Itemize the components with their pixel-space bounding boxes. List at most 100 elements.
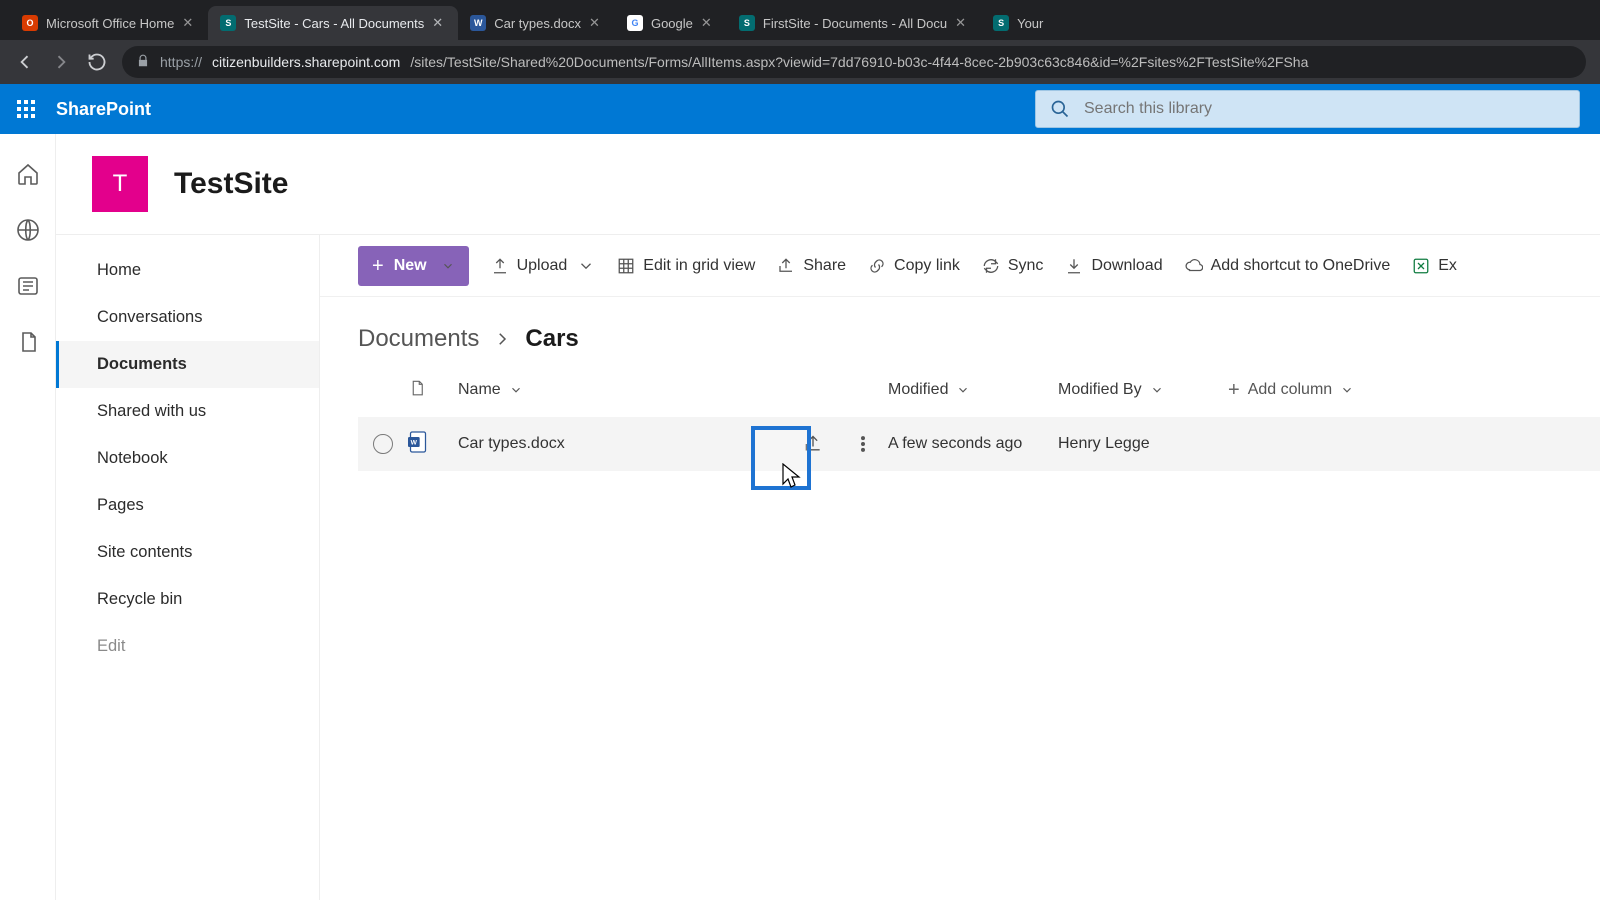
- google-icon: G: [627, 15, 643, 31]
- close-icon[interactable]: ✕: [432, 15, 446, 31]
- site-header: T TestSite: [56, 134, 1600, 234]
- nav-site-contents[interactable]: Site contents: [56, 529, 319, 576]
- browser-tab[interactable]: S Your: [981, 6, 1061, 40]
- more-vertical-icon: [853, 434, 873, 454]
- new-label: New: [394, 257, 427, 275]
- rail-global[interactable]: [16, 218, 40, 242]
- column-modified[interactable]: Modified: [888, 381, 1058, 399]
- close-icon[interactable]: ✕: [589, 15, 603, 31]
- onedrive-icon: [1185, 257, 1203, 275]
- breadcrumb-root[interactable]: Documents: [358, 325, 479, 353]
- column-modified-by[interactable]: Modified By: [1058, 381, 1228, 399]
- url-path: /sites/TestSite/Shared%20Documents/Forms…: [410, 54, 1308, 70]
- word-icon: W: [470, 15, 486, 31]
- edit-grid-button[interactable]: Edit in grid view: [617, 257, 755, 275]
- suite-header: SharePoint: [0, 84, 1600, 134]
- rail-files[interactable]: [16, 330, 40, 354]
- plus-icon: +: [1228, 379, 1240, 402]
- modified-by-cell[interactable]: Henry Legge: [1058, 435, 1228, 453]
- chevron-down-icon: [1150, 383, 1164, 397]
- nav-edit[interactable]: Edit: [56, 623, 319, 670]
- tab-label: Microsoft Office Home: [46, 16, 174, 31]
- copy-link-button[interactable]: Copy link: [868, 257, 960, 275]
- column-name-label: Name: [458, 381, 501, 399]
- tab-label: Your: [1017, 16, 1049, 31]
- select-row-toggle[interactable]: [373, 434, 393, 454]
- upload-button[interactable]: Upload: [491, 257, 596, 275]
- globe-icon: [16, 218, 40, 242]
- row-more-actions-button[interactable]: [838, 434, 888, 454]
- download-button[interactable]: Download: [1065, 257, 1162, 275]
- close-icon[interactable]: ✕: [701, 15, 715, 31]
- browser-tab[interactable]: G Google ✕: [615, 6, 727, 40]
- new-button[interactable]: + New: [358, 246, 469, 286]
- search-box[interactable]: [1035, 90, 1580, 128]
- search-icon: [1050, 99, 1070, 119]
- nav-conversations[interactable]: Conversations: [56, 294, 319, 341]
- nav-pages[interactable]: Pages: [56, 482, 319, 529]
- column-name[interactable]: Name: [458, 381, 788, 399]
- site-logo[interactable]: T: [92, 156, 148, 212]
- search-input[interactable]: [1084, 100, 1565, 118]
- column-type[interactable]: [408, 377, 458, 404]
- sync-label: Sync: [1008, 257, 1044, 275]
- share-icon: [803, 434, 823, 454]
- table-row[interactable]: W Car types.docx A few seconds ago: [358, 417, 1600, 471]
- svg-text:W: W: [411, 439, 418, 446]
- nav-shared-with-us[interactable]: Shared with us: [56, 388, 319, 435]
- file-name[interactable]: Car types.docx: [458, 435, 788, 453]
- rail-news[interactable]: [16, 274, 40, 298]
- tab-label: TestSite - Cars - All Documents: [244, 16, 424, 31]
- tab-label: Google: [651, 16, 693, 31]
- chevron-down-icon: [509, 383, 523, 397]
- export-excel-label: Ex: [1438, 257, 1457, 275]
- forward-button[interactable]: [50, 51, 72, 73]
- download-icon: [1065, 257, 1083, 275]
- address-bar[interactable]: https://citizenbuilders.sharepoint.com/s…: [122, 46, 1586, 78]
- news-icon: [16, 274, 40, 298]
- column-header-row: Name Modified Modified By: [358, 363, 1600, 417]
- add-column-label: Add column: [1248, 381, 1333, 399]
- close-icon[interactable]: ✕: [955, 15, 969, 31]
- add-shortcut-button[interactable]: Add shortcut to OneDrive: [1185, 257, 1391, 275]
- browser-tab[interactable]: O Microsoft Office Home ✕: [10, 6, 208, 40]
- file-type-cell: W: [408, 430, 458, 459]
- url-prefix: https://: [160, 54, 202, 70]
- back-button[interactable]: [14, 51, 36, 73]
- nav-home[interactable]: Home: [56, 247, 319, 294]
- nav-notebook[interactable]: Notebook: [56, 435, 319, 482]
- browser-tab[interactable]: S FirstSite - Documents - All Docu ✕: [727, 6, 981, 40]
- sharepoint-icon: S: [739, 15, 755, 31]
- product-name[interactable]: SharePoint: [56, 99, 151, 120]
- plus-icon: +: [372, 256, 384, 276]
- column-modified-label: Modified: [888, 381, 948, 399]
- browser-tab-active[interactable]: S TestSite - Cars - All Documents ✕: [208, 6, 458, 40]
- library-content: + New Upload Edit in grid view: [320, 235, 1600, 900]
- nav-documents[interactable]: Documents: [56, 341, 319, 388]
- tab-label: Car types.docx: [494, 16, 581, 31]
- browser-tab[interactable]: W Car types.docx ✕: [458, 6, 615, 40]
- share-label: Share: [803, 257, 846, 275]
- reload-button[interactable]: [86, 51, 108, 73]
- site-nav: Home Conversations Documents Shared with…: [56, 235, 320, 900]
- export-excel-button[interactable]: Ex: [1412, 257, 1457, 275]
- row-share-button[interactable]: [788, 434, 838, 454]
- app-launcher-button[interactable]: [0, 84, 52, 134]
- sync-button[interactable]: Sync: [982, 257, 1044, 275]
- rail-home[interactable]: [16, 162, 40, 186]
- share-button[interactable]: Share: [777, 257, 846, 275]
- add-column-button[interactable]: + Add column: [1228, 379, 1428, 402]
- chevron-down-icon: [1340, 383, 1354, 397]
- sharepoint-icon: S: [993, 15, 1009, 31]
- add-shortcut-label: Add shortcut to OneDrive: [1211, 257, 1391, 275]
- close-icon[interactable]: ✕: [182, 15, 196, 31]
- excel-icon: [1412, 257, 1430, 275]
- tab-label: FirstSite - Documents - All Docu: [763, 16, 947, 31]
- sharepoint-icon: S: [220, 15, 236, 31]
- edit-grid-label: Edit in grid view: [643, 257, 755, 275]
- upload-icon: [491, 257, 509, 275]
- home-icon: [16, 162, 40, 186]
- nav-recycle-bin[interactable]: Recycle bin: [56, 576, 319, 623]
- site-title[interactable]: TestSite: [174, 167, 288, 201]
- file-icon: [16, 330, 40, 354]
